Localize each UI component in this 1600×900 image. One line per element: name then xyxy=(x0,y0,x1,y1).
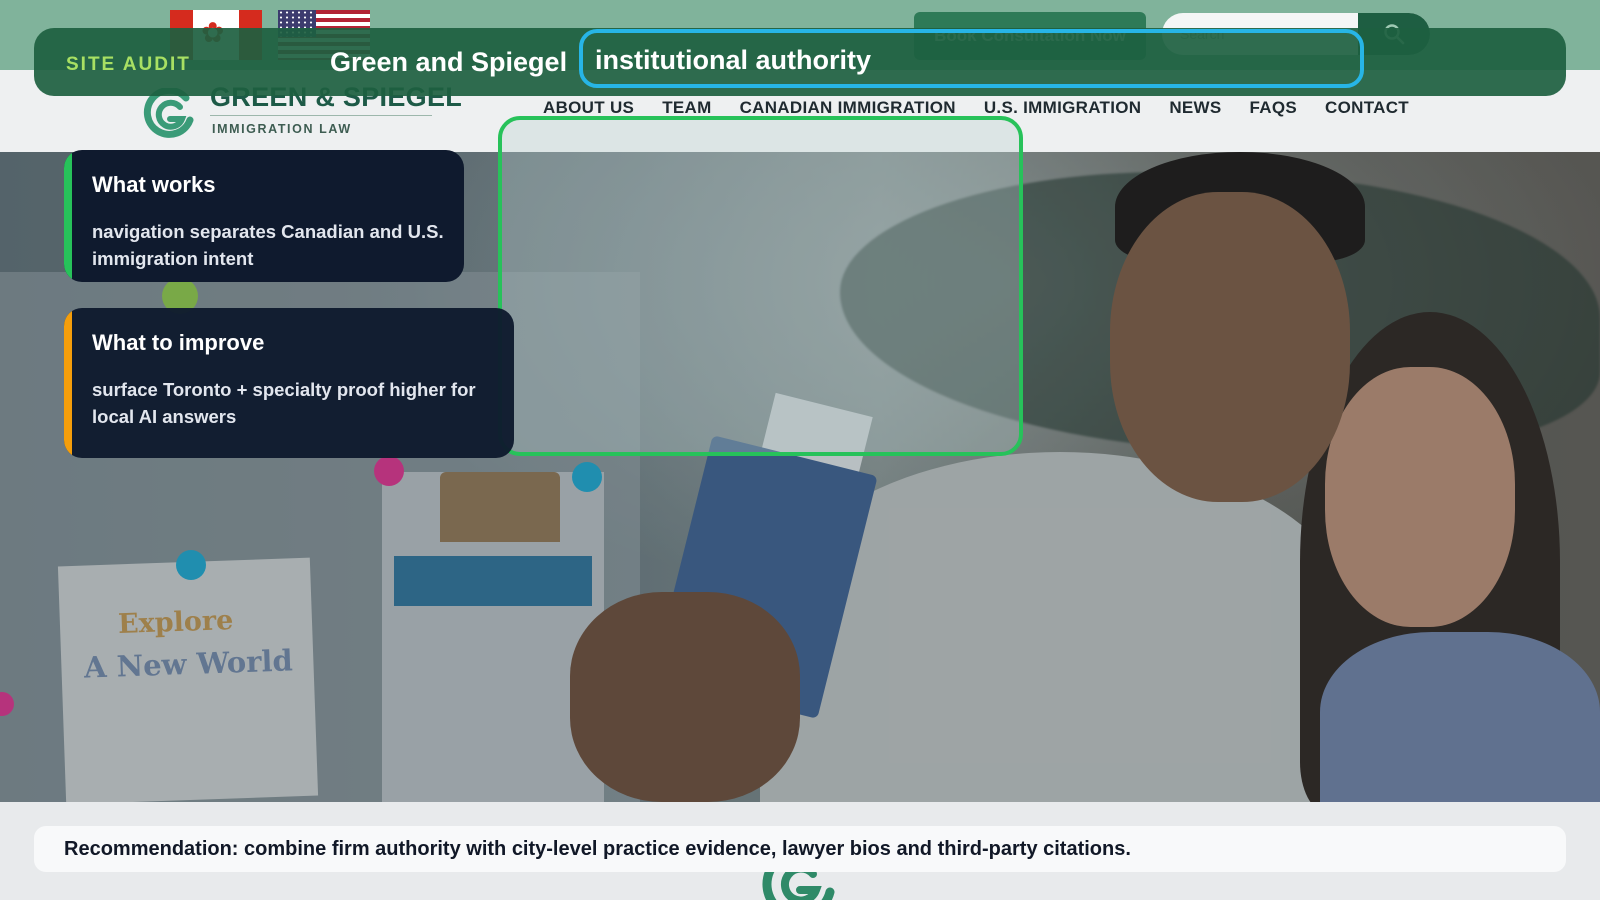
what-to-improve-body: surface Toronto + specialty proof higher… xyxy=(92,379,476,427)
nav-item-canadian-immigration[interactable]: CANADIAN IMMIGRATION xyxy=(740,98,956,118)
audit-theme-highlight: institutional authority xyxy=(579,29,1364,88)
main-nav: ABOUT US TEAM CANADIAN IMMIGRATION U.S. … xyxy=(543,98,1409,118)
card-accent-bar xyxy=(64,150,72,282)
what-works-body: navigation separates Canadian and U.S. i… xyxy=(92,221,444,269)
audit-tag: SITE AUDIT xyxy=(66,54,191,75)
what-works-card: What works navigation separates Canadian… xyxy=(64,150,464,282)
recommendation-text: Recommendation: combine firm authority w… xyxy=(64,838,1131,860)
nav-item-contact[interactable]: CONTACT xyxy=(1325,98,1409,118)
recommendation-banner: Recommendation: combine firm authority w… xyxy=(34,826,1566,872)
what-to-improve-card: What to improve surface Toronto + specia… xyxy=(64,308,514,458)
logo-tagline: IMMIGRATION LAW xyxy=(212,122,352,136)
nav-item-news[interactable]: NEWS xyxy=(1169,98,1221,118)
what-works-title: What works xyxy=(92,172,216,197)
audit-theme-label: institutional authority xyxy=(595,45,871,75)
logo-divider xyxy=(210,115,432,116)
nav-item-about-us[interactable]: ABOUT US xyxy=(543,98,634,118)
what-to-improve-title: What to improve xyxy=(92,330,265,355)
audit-focus-highlight xyxy=(498,116,1023,456)
audit-site-name: Green and Spiegel xyxy=(330,47,568,77)
nav-item-team[interactable]: TEAM xyxy=(662,98,711,118)
nav-item-us-immigration[interactable]: U.S. IMMIGRATION xyxy=(984,98,1141,118)
card-accent-bar xyxy=(64,308,72,458)
nav-item-faqs[interactable]: FAQS xyxy=(1250,98,1298,118)
